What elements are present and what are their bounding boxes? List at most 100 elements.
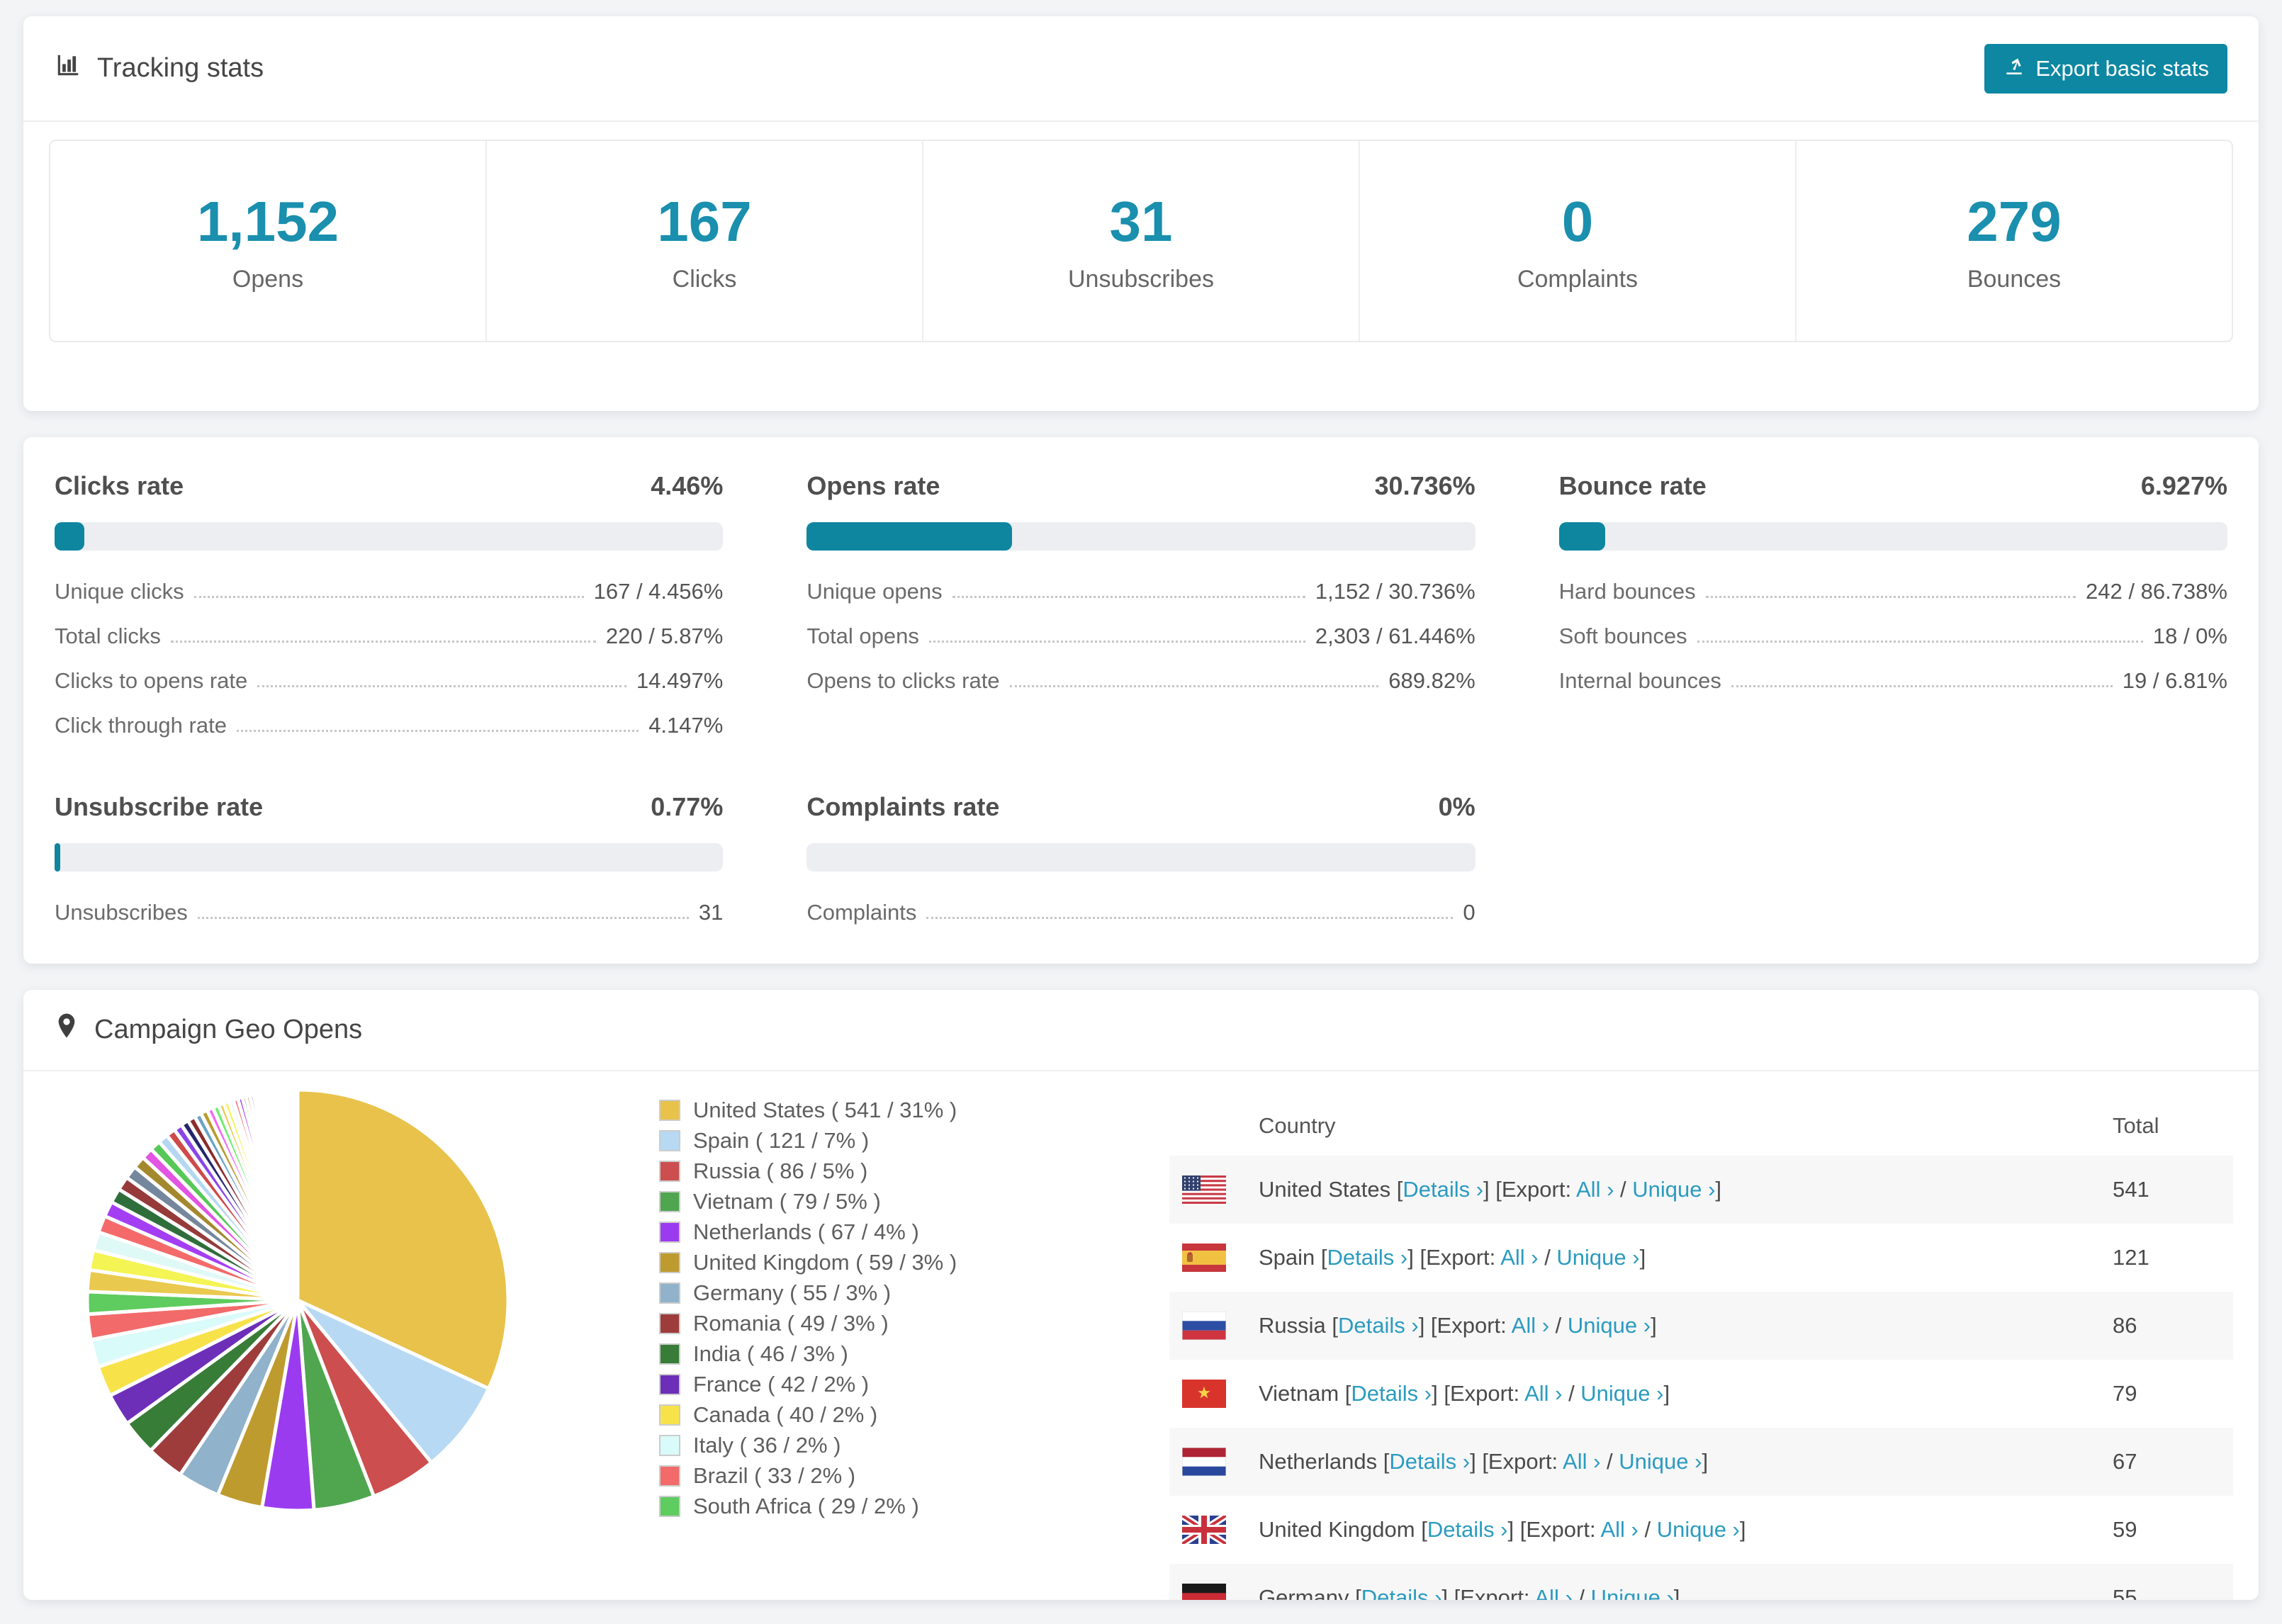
- stat-value: 14.497%: [636, 668, 724, 693]
- legend-swatch: [659, 1221, 680, 1243]
- details-link[interactable]: Details ›: [1338, 1313, 1419, 1338]
- legend-swatch: [659, 1129, 680, 1151]
- stat-row: Total opens 2,303 / 61.446%: [806, 624, 1475, 649]
- unsubscribe-rate-value: 0.77%: [651, 792, 724, 821]
- unsubscribe-rate-bar-fill: [55, 843, 60, 872]
- counters-box: 1,152 Opens 167 Clicks 31 Unsubscribes 0…: [49, 140, 2233, 342]
- export-all-link[interactable]: All ›: [1524, 1381, 1562, 1406]
- legend-item[interactable]: United States ( 541 / 31% ): [659, 1095, 1127, 1125]
- legend-swatch: [659, 1099, 680, 1121]
- export-all-link[interactable]: All ›: [1500, 1245, 1538, 1270]
- geo-table-body: United States [Details ›] [Export: All ›…: [1169, 1156, 2233, 1600]
- counter-unsubscribes: 31 Unsubscribes: [923, 141, 1360, 341]
- legend-item[interactable]: Russia ( 86 / 5% ): [659, 1156, 1127, 1186]
- clicks-rate-rows: Unique clicks 167 / 4.456% Total clicks …: [55, 579, 723, 738]
- details-link[interactable]: Details ›: [1427, 1517, 1508, 1542]
- table-row: Vietnam [Details ›] [Export: All › / Uni…: [1169, 1360, 2233, 1428]
- export-button-label: Export basic stats: [2035, 55, 2209, 81]
- export-unique-link[interactable]: Unique ›: [1568, 1313, 1651, 1338]
- export-all-link[interactable]: All ›: [1576, 1177, 1614, 1202]
- stat-row: Clicks to opens rate 14.497%: [55, 668, 723, 694]
- legend-label: Spain ( 121 / 7% ): [693, 1127, 870, 1153]
- stat-value: 167 / 4.456%: [593, 579, 724, 604]
- dotted-leader: [197, 917, 689, 919]
- stat-label: Clicks to opens rate: [55, 668, 248, 693]
- stat-label: Internal bounces: [1558, 668, 1721, 693]
- legend-item[interactable]: United Kingdom ( 59 / 3% ): [659, 1247, 1127, 1278]
- export-unique-link[interactable]: Unique ›: [1632, 1177, 1715, 1202]
- rates-card: Clicks rate 4.46% Unique clicks 167 / 4.…: [23, 437, 2259, 964]
- dotted-leader: [193, 596, 584, 598]
- legend-item[interactable]: Spain ( 121 / 7% ): [659, 1125, 1127, 1156]
- geo-pie-chart: [78, 1081, 517, 1520]
- legend-item[interactable]: Netherlands ( 67 / 4% ): [659, 1217, 1127, 1247]
- complaints-rate-bar: [806, 843, 1476, 872]
- dotted-leader: [1697, 641, 2143, 643]
- legend-item[interactable]: Vietnam ( 79 / 5% ): [659, 1186, 1127, 1217]
- pie-slice[interactable]: [295, 1088, 300, 1302]
- legend-item[interactable]: Canada ( 40 / 2% ): [659, 1399, 1127, 1430]
- unsubscribes-count: 31: [1109, 189, 1173, 253]
- legend-label: Canada ( 40 / 2% ): [693, 1402, 878, 1427]
- tracking-stats-card: Tracking stats Export basic stats 1,152 …: [23, 16, 2259, 411]
- legend-item[interactable]: Italy ( 36 / 2% ): [659, 1430, 1127, 1460]
- legend-swatch: [659, 1495, 680, 1517]
- details-link[interactable]: Details ›: [1403, 1177, 1483, 1202]
- export-basic-stats-button[interactable]: Export basic stats: [1984, 43, 2227, 94]
- table-row: United Kingdom [Details ›] [Export: All …: [1169, 1496, 2233, 1564]
- export-unique-link[interactable]: Unique ›: [1580, 1381, 1663, 1406]
- export-all-link[interactable]: All ›: [1600, 1517, 1638, 1542]
- unsubscribe-rate-title: Unsubscribe rate: [55, 792, 264, 821]
- table-row: Russia [Details ›] [Export: All › / Uniq…: [1169, 1292, 2233, 1360]
- stat-row: Internal bounces 19 / 6.81%: [1559, 668, 2227, 694]
- dotted-leader: [257, 685, 626, 687]
- export-unique-link[interactable]: Unique ›: [1591, 1585, 1674, 1600]
- opens-label: Opens: [232, 265, 304, 293]
- details-link[interactable]: Details ›: [1389, 1449, 1470, 1474]
- tracking-stats-title: Tracking stats: [55, 52, 264, 86]
- complaints-rate-block: Complaints rate 0% Complaints 0: [806, 792, 1476, 925]
- dashboard-page: Tracking stats Export basic stats 1,152 …: [0, 0, 2282, 1624]
- export-unique-link[interactable]: Unique ›: [1619, 1449, 1702, 1474]
- legend-item[interactable]: Germany ( 55 / 3% ): [659, 1278, 1127, 1308]
- stat-label: Total opens: [806, 624, 919, 648]
- details-link[interactable]: Details ›: [1361, 1585, 1442, 1600]
- country-column-header: Country: [1259, 1113, 1336, 1138]
- clicks-count: 167: [657, 189, 752, 253]
- unsubscribes-label: Unsubscribes: [1068, 265, 1214, 293]
- legend-item[interactable]: France ( 42 / 2% ): [659, 1369, 1127, 1399]
- dotted-leader: [1009, 685, 1379, 687]
- vn-flag-icon: [1182, 1380, 1226, 1408]
- geo-table: Country Total United States [Details ›] …: [1169, 1096, 2233, 1600]
- legend-label: France ( 42 / 2% ): [693, 1371, 870, 1397]
- legend-item[interactable]: India ( 46 / 3% ): [659, 1338, 1127, 1369]
- total-cell: 79: [2113, 1381, 2137, 1406]
- details-link[interactable]: Details ›: [1327, 1245, 1408, 1270]
- stat-label: Unique clicks: [55, 579, 184, 604]
- export-unique-link[interactable]: Unique ›: [1556, 1245, 1639, 1270]
- stat-row: Unique clicks 167 / 4.456%: [55, 579, 723, 604]
- country-name: Russia: [1259, 1313, 1326, 1338]
- legend-label: South Africa ( 29 / 2% ): [693, 1493, 919, 1518]
- dotted-leader: [1731, 685, 2113, 687]
- export-all-link[interactable]: All ›: [1512, 1313, 1549, 1338]
- stat-row: Hard bounces 242 / 86.738%: [1559, 579, 2227, 604]
- legend-item[interactable]: South Africa ( 29 / 2% ): [659, 1491, 1127, 1521]
- details-link[interactable]: Details ›: [1351, 1381, 1432, 1406]
- legend-swatch: [659, 1312, 680, 1334]
- rates-grid: Clicks rate 4.46% Unique clicks 167 / 4.…: [55, 471, 2227, 925]
- stat-row: Unique opens 1,152 / 30.736%: [806, 579, 1475, 604]
- legend-item[interactable]: Romania ( 49 / 3% ): [659, 1308, 1127, 1338]
- legend-swatch: [659, 1190, 680, 1212]
- clicks-rate-title: Clicks rate: [55, 471, 184, 500]
- export-all-link[interactable]: All ›: [1534, 1585, 1572, 1600]
- legend-label: Vietnam ( 79 / 5% ): [693, 1188, 881, 1214]
- total-cell: 55: [2113, 1585, 2137, 1600]
- table-row: Spain [Details ›] [Export: All › / Uniqu…: [1169, 1224, 2233, 1292]
- legend-item[interactable]: Brazil ( 33 / 2% ): [659, 1460, 1127, 1491]
- clicks-rate-bar-fill: [55, 522, 85, 551]
- export-all-link[interactable]: All ›: [1563, 1449, 1600, 1474]
- stat-label: Unsubscribes: [55, 900, 188, 925]
- export-unique-link[interactable]: Unique ›: [1657, 1517, 1740, 1542]
- stat-label: Soft bounces: [1558, 624, 1687, 648]
